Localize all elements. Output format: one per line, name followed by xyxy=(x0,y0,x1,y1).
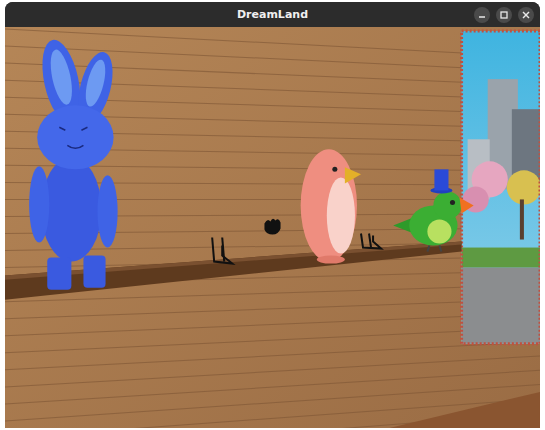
green-parrot-figure[interactable] xyxy=(393,169,473,251)
hand-cursor-icon xyxy=(264,219,280,235)
minimize-icon xyxy=(477,10,487,20)
floor xyxy=(381,392,540,428)
minimize-button[interactable] xyxy=(474,7,490,23)
game-viewport[interactable] xyxy=(5,27,540,428)
wooden-wall xyxy=(5,27,540,428)
title-bar[interactable]: DreamLand xyxy=(5,2,540,27)
screen: DreamLand xyxy=(0,0,545,430)
game-window: DreamLand xyxy=(5,2,540,428)
blue-bunny-figure[interactable] xyxy=(29,36,119,289)
window-controls xyxy=(312,7,534,23)
scene-canvas[interactable] xyxy=(5,27,540,428)
window-opening xyxy=(462,31,540,344)
close-icon xyxy=(521,10,531,20)
close-button[interactable] xyxy=(518,7,534,23)
maximize-icon xyxy=(499,10,509,20)
maximize-button[interactable] xyxy=(496,7,512,23)
shoe-outline-icon[interactable] xyxy=(361,234,381,249)
window-title: DreamLand xyxy=(233,6,312,23)
wall-planks xyxy=(5,29,540,428)
shoe-outline-icon[interactable] xyxy=(212,238,232,264)
pink-penguin-figure[interactable] xyxy=(301,149,361,263)
